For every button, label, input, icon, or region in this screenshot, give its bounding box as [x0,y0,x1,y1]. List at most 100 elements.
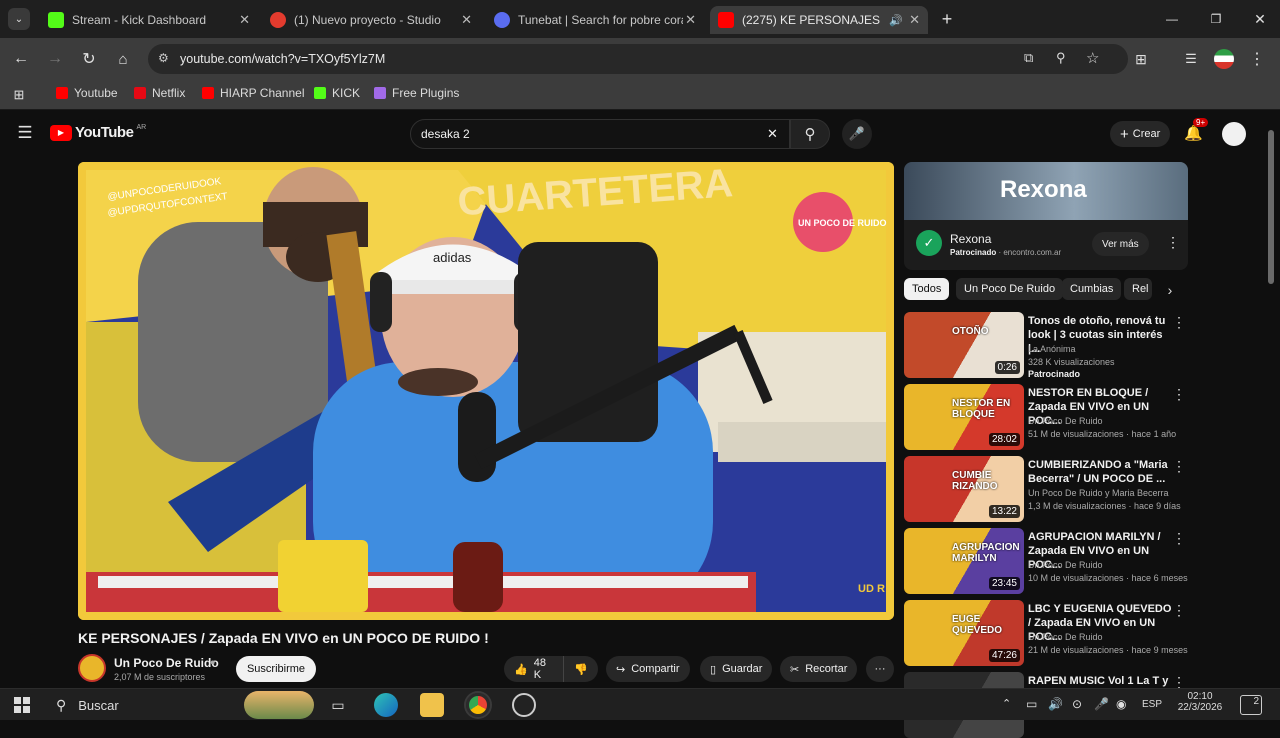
restore-window-icon[interactable]: ❐ [1204,8,1228,30]
minimize-window-icon[interactable]: — [1160,8,1184,30]
apps-grid-icon[interactable]: ⊞ [10,86,28,104]
tab-search-button[interactable]: ⌄ [8,8,30,30]
voice-search-icon[interactable]: 🎤 [842,119,872,149]
more-actions-button[interactable]: ··· [866,656,894,682]
like-button[interactable]: 👍 48 K [504,656,565,682]
network-icon[interactable]: ▭ [1026,697,1037,711]
chip-cumbias[interactable]: Cumbias [1062,278,1122,300]
ad-menu-icon[interactable]: ⋮ [1166,234,1180,251]
page-scrollbar[interactable] [1268,130,1274,284]
search-button[interactable]: ⚲ [790,119,830,149]
save-button[interactable]: ▯ Guardar [700,656,773,682]
clock[interactable]: 02:10 22/3/2026 [1172,691,1228,713]
recommendation-thumbnail[interactable]: NESTOR EN BLOQUE 28:02 [904,384,1024,450]
recommendation-thumbnail[interactable]: CUMBIE RIZANDO 13:22 [904,456,1024,522]
recommendation-channel[interactable]: Un Poco De Ruido [1028,416,1103,426]
bookmark-free-plugins[interactable]: Free Plugins [374,86,459,100]
volume-icon[interactable]: 🔊 [1048,697,1063,711]
create-button[interactable]: + Crear [1110,121,1171,147]
recommendation-menu-icon[interactable]: ⋮ [1172,314,1186,331]
bookmark-youtube[interactable]: Youtube [56,86,118,100]
chip-todos[interactable]: Todos [904,278,950,300]
close-tab-icon[interactable]: ✕ [909,12,920,28]
notification-center-icon[interactable]: 2 [1240,695,1262,715]
obs-icon[interactable] [512,693,536,717]
zoom-icon[interactable]: ⚲ [1056,50,1066,66]
notifications-button[interactable]: 🔔 9+ [1184,118,1209,142]
bookmark-netflix[interactable]: Netflix [134,86,185,100]
bookmark-hiarp-channel[interactable]: HIARP Channel [202,86,305,100]
recommendation-menu-icon[interactable]: ⋮ [1172,386,1186,403]
new-tab-button[interactable]: + [936,8,958,30]
browser-menu-icon[interactable]: ⋮ [1246,48,1268,70]
close-tab-icon[interactable]: ✕ [239,12,250,28]
recommendation-title[interactable]: CUMBIERIZANDO a "Maria Becerra" / UN POC… [1028,458,1172,486]
bookmark-star-icon[interactable]: ☆ [1086,49,1099,67]
file-explorer-icon[interactable] [420,693,444,717]
back-icon[interactable]: ← [10,48,32,70]
recommendation-item[interactable]: OTOÑO 0:26 Tonos de otoño, renová tu look … [904,312,1188,379]
share-button[interactable]: ↪ Compartir [606,656,690,682]
channel-name[interactable]: Un Poco De Ruido [114,656,219,670]
address-bar[interactable]: ⚙ youtube.com/watch?v=TXOyf5Ylz7M ⧉ ⚲ ☆ [148,44,1128,74]
recommendation-menu-icon[interactable]: ⋮ [1172,602,1186,619]
profile-avatar[interactable] [1214,49,1234,69]
language-indicator[interactable]: ESP [1142,699,1162,710]
recommendation-thumbnail[interactable]: OTOÑO 0:26 [904,312,1024,378]
ad-banner[interactable]: Rexona [904,162,1188,220]
recommendation-thumbnail[interactable]: EUGE QUEVEDO 47:26 [904,600,1024,666]
close-tab-icon[interactable]: ✕ [461,12,472,28]
task-view-icon[interactable]: ▭ [326,693,350,717]
clear-search-icon[interactable]: ✕ [767,126,778,142]
ad-cta-button[interactable]: Ver más [1092,232,1149,256]
recommendation-item[interactable]: EUGE QUEVEDO 47:26 LBC Y EUGENIA QUEVEDO /… [904,600,1188,666]
recommendation-item[interactable]: AGRUPACION MARILYN 23:45 AGRUPACION MARILY… [904,528,1188,594]
search-highlight-image[interactable] [244,691,314,719]
app-tray-icon[interactable]: ◉ [1116,697,1126,711]
browser-tab-active[interactable]: (2275) KE PERSONAJES / Za 🔊 ✕ [710,6,928,34]
home-icon[interactable]: ⌂ [112,48,134,70]
sidebar-ad[interactable]: Rexona ✓ Rexona Patrocinado · encontro.c… [904,162,1188,270]
audio-playing-icon[interactable]: 🔊 [889,14,903,27]
close-tab-icon[interactable]: ✕ [685,12,696,28]
chip-related[interactable]: Rel [1124,278,1152,300]
extensions-icon[interactable]: ⊞ [1130,48,1152,70]
forward-icon[interactable]: → [44,48,66,70]
reload-icon[interactable]: ↻ [78,48,100,70]
recommendation-menu-icon[interactable]: ⋮ [1172,458,1186,475]
recommendation-thumbnail[interactable]: AGRUPACION MARILYN 23:45 [904,528,1024,594]
url-text[interactable]: youtube.com/watch?v=TXOyf5Ylz7M [180,52,385,66]
taskbar-search[interactable]: ⚲ Buscar [46,692,240,718]
browser-tab[interactable]: Stream - Kick Dashboard ✕ [40,6,258,34]
recommendation-channel[interactable]: Un Poco De Ruido [1028,632,1103,642]
chevron-right-icon[interactable]: › [1160,280,1180,300]
channel-avatar[interactable] [78,654,106,682]
recommendation-channel[interactable]: La Anónima [1028,344,1076,354]
search-input[interactable]: desaka 2 ✕ [410,119,790,149]
security-icon[interactable]: ⊙ [1072,697,1082,711]
guide-menu-icon[interactable]: ☰ [14,122,36,144]
video-frame[interactable]: adidas CUARTETERA @UNPOCODERUIDOOK @UPDR… [78,162,894,620]
bookmark-kick[interactable]: KICK [314,86,360,100]
browser-tab[interactable]: Tunebat | Search for pobre cora ✕ [486,6,704,34]
subscribe-button[interactable]: Suscribirme [236,656,316,682]
recommendation-item[interactable]: CUMBIE RIZANDO 13:22 CUMBIERIZANDO a "Mari… [904,456,1188,522]
search-query-text[interactable]: desaka 2 [421,127,470,141]
video-player[interactable]: adidas CUARTETERA @UNPOCODERUIDOOK @UPDR… [78,162,894,620]
close-window-icon[interactable]: ✕ [1248,8,1272,30]
chip-channel[interactable]: Un Poco De Ruido [956,278,1064,300]
youtube-logo[interactable]: ▶ YouTube AR [50,124,146,141]
chrome-icon[interactable] [466,693,490,717]
recommendation-channel[interactable]: Un Poco De Ruido y Maria Becerra [1028,488,1169,498]
site-info-icon[interactable]: ⚙ [158,51,169,65]
recommendation-menu-icon[interactable]: ⋮ [1172,530,1186,547]
microphone-icon[interactable]: 🎤 [1094,697,1109,711]
install-app-icon[interactable]: ⧉ [1024,50,1033,66]
dislike-button[interactable]: 👎 [564,663,598,676]
edge-icon[interactable] [374,693,398,717]
media-controls-icon[interactable]: ☰ [1180,48,1202,70]
clip-button[interactable]: ✂ Recortar [780,656,858,682]
windows-start-icon[interactable] [14,697,30,713]
browser-tab[interactable]: (1) Nuevo proyecto - Studio ✕ [262,6,480,34]
recommendation-channel[interactable]: Un Poco De Ruido [1028,560,1103,570]
